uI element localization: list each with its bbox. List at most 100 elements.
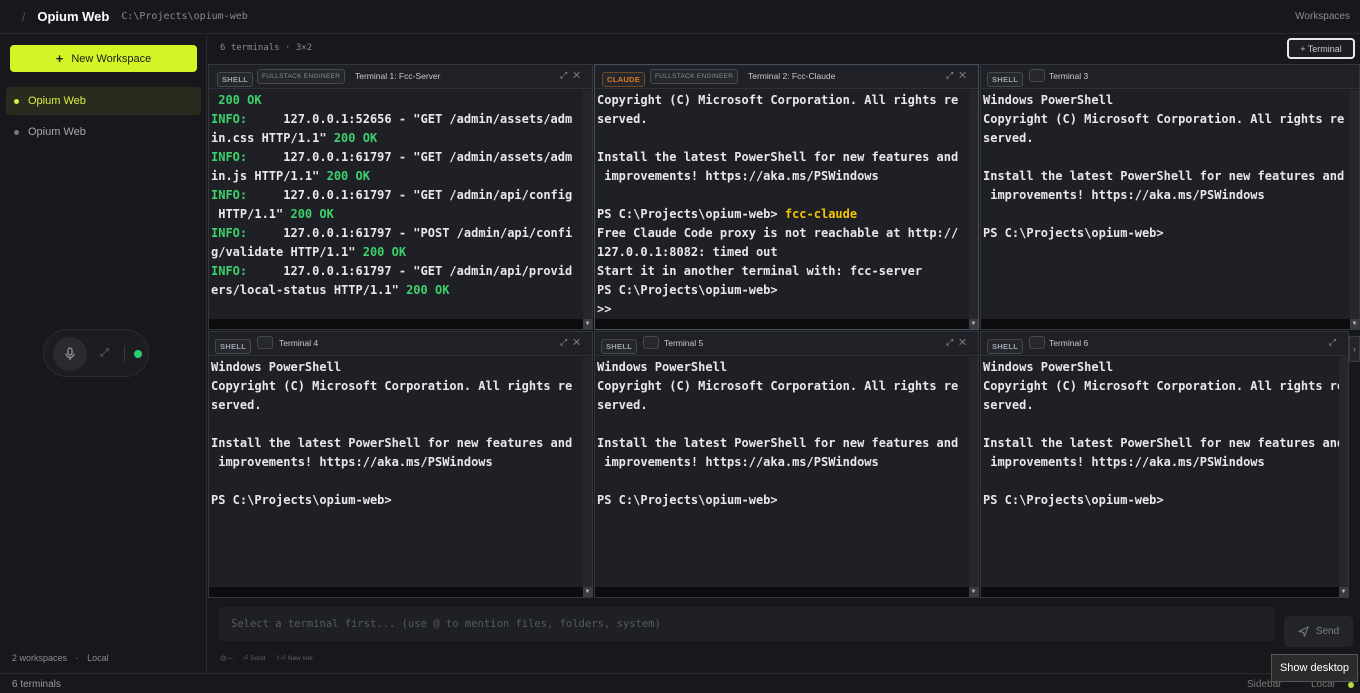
terminal-panel-4[interactable]: SHELL Terminal 4 ⤢✕ Windows PowerShell Co… (208, 331, 593, 598)
terminal-output[interactable]: Windows PowerShell Copyright (C) Microsof… (981, 357, 1348, 597)
close-icon[interactable]: ✕ (959, 337, 972, 347)
terminal-panel-5[interactable]: SHELL Terminal 5 ⤢✕ Windows PowerShell Co… (594, 331, 979, 598)
terminal-segment: INFO: (211, 226, 248, 240)
scrollbar[interactable] (583, 357, 592, 597)
terminal-text: Copyright (C) Microsoft Corporation. All… (597, 91, 968, 319)
terminal-segment: Copyright (C) Microsoft Corporation. All… (597, 379, 959, 393)
panel-controls[interactable]: ⤢✕ (946, 70, 972, 81)
terminal-line: PS C:\Projects\opium-web> (983, 491, 1338, 510)
terminal-segment: 127.0.0.1:52656 - "GET /admin/assets/adm (247, 112, 573, 126)
workspace-label: Opium Web (28, 95, 86, 107)
terminal-panel-3[interactable]: SHELL Terminal 3 Windows PowerShell Copyr… (980, 64, 1360, 330)
terminal-segment: served. (983, 398, 1034, 412)
workspaces-link[interactable]: Workspaces (1295, 11, 1350, 22)
workspace-count: 2 workspaces (12, 653, 68, 663)
add-terminal-button[interactable]: + Terminal (1287, 38, 1355, 59)
terminal-line: Copyright (C) Microsoft Corporation. All… (983, 110, 1349, 129)
terminal-segment: 127.0.0.1:8082: timed out (597, 245, 778, 259)
terminal-header: SHELL Terminal 3 (981, 65, 1359, 89)
scrollbar[interactable] (969, 357, 978, 597)
terminal-segment: INFO: (211, 188, 248, 202)
terminal-output[interactable]: Windows PowerShell Copyright (C) Microsof… (209, 357, 592, 597)
terminal-title: Terminal 4 (279, 338, 319, 348)
terminal-segment: 127.0.0.1:61797 - "GET /admin/assets/adm (247, 150, 573, 164)
terminal-text: Windows PowerShell Copyright (C) Microsof… (211, 358, 582, 510)
scrollbar[interactable] (583, 90, 592, 329)
maximize-icon[interactable]: ⤢ (560, 337, 573, 347)
panel-controls[interactable]: ⤢✕ (560, 337, 586, 348)
close-icon[interactable]: ✕ (573, 70, 586, 80)
panel-controls[interactable]: ⤢✕ (560, 70, 586, 81)
terminal-line: INFO: 127.0.0.1:61797 - "POST /admin/api… (211, 224, 582, 243)
maximize-icon[interactable]: ⤢ (560, 70, 573, 80)
terminal-line: Windows PowerShell (983, 91, 1349, 110)
terminal-line: served. (983, 396, 1338, 415)
close-icon[interactable]: ✕ (573, 337, 586, 347)
maximize-icon[interactable]: ⤢ (946, 337, 959, 347)
terminal-title: Terminal 2: Fcc-Claude (748, 71, 836, 81)
kind-badge: SHELL (215, 339, 252, 354)
send-button[interactable]: Send (1284, 616, 1353, 647)
role-badge: FULLSTACK ENGINEER (257, 69, 346, 84)
scroll-down-icon[interactable]: ▼ (583, 587, 592, 597)
terminal-panel-2[interactable]: CLAUDE FULLSTACK ENGINEER Terminal 2: Fc… (594, 64, 979, 330)
expand-icon[interactable]: ⤢ (100, 347, 109, 360)
terminal-output[interactable]: 200 OK INFO: 127.0.0.1:52656 - "GET /admi… (209, 90, 592, 329)
workspace-item-opium-web-active[interactable]: Opium Web (6, 87, 201, 115)
terminal-line: improvements! https://aka.ms/PSWindows (597, 167, 968, 186)
chevron-right-icon[interactable]: › (1349, 336, 1360, 362)
scroll-down-icon[interactable]: ▼ (1339, 587, 1348, 597)
microphone-icon (65, 347, 75, 360)
terminal-segment: improvements! https://aka.ms/PSWindows (211, 455, 493, 469)
terminal-panel-1[interactable]: SHELL FULLSTACK ENGINEER Terminal 1: Fcc… (208, 64, 593, 330)
scroll-down-icon[interactable]: ▼ (969, 587, 978, 597)
terminal-line: PS C:\Projects\opium-web> (211, 491, 582, 510)
active-dot-icon (14, 98, 19, 104)
workspace-item-opium-web[interactable]: Opium Web (6, 118, 201, 146)
close-icon[interactable]: ✕ (959, 70, 972, 80)
terminal-segment: PS C:\Projects\opium-web> (597, 207, 785, 221)
top-bar: / Opium Web C:\Projects\opium-web Worksp… (0, 0, 1360, 34)
maximize-icon[interactable]: ⤢ (946, 70, 959, 80)
terminal-line: Copyright (C) Microsoft Corporation. All… (983, 377, 1344, 396)
scrollbar[interactable] (1339, 357, 1348, 597)
terminal-panel-6[interactable]: SHELL Terminal 6 ⤢ Windows PowerShell Cop… (980, 331, 1349, 598)
connection-dot-icon (1348, 682, 1354, 688)
terminal-segment: in.js HTTP/1.1" (211, 169, 327, 183)
command-input[interactable]: Select a terminal first... (use @ to men… (219, 607, 1275, 641)
terminal-segment: Windows PowerShell (597, 360, 728, 374)
scrollbar[interactable] (1350, 90, 1359, 329)
terminal-header: SHELL Terminal 6 ⤢ (981, 332, 1348, 356)
microphone-button[interactable] (53, 337, 87, 371)
panel-controls[interactable]: ⤢✕ (946, 337, 972, 348)
scroll-down-icon[interactable]: ▼ (969, 319, 978, 329)
terminal-line: 200 OK (211, 91, 582, 110)
terminal-segment: Copyright (C) Microsoft Corporation. All… (211, 379, 573, 393)
breadcrumb-separator: / (22, 9, 26, 24)
terminal-line: improvements! https://aka.ms/PSWindows (983, 186, 1349, 205)
terminal-header: SHELL Terminal 4 ⤢✕ (209, 332, 592, 356)
footer-separator: · (75, 653, 79, 663)
terminal-output[interactable]: Copyright (C) Microsoft Corporation. All… (595, 90, 978, 329)
terminal-segment: served. (211, 398, 262, 412)
terminal-output[interactable]: Windows PowerShell Copyright (C) Microsof… (981, 90, 1359, 329)
status-bar: 6 terminals Sidebar Local (0, 673, 1360, 693)
scroll-down-icon[interactable]: ▼ (1350, 319, 1359, 329)
new-workspace-button[interactable]: + New Workspace (10, 45, 197, 72)
scrollbar[interactable] (969, 90, 978, 329)
scroll-down-icon[interactable]: ▼ (583, 319, 592, 329)
terminal-segment: improvements! https://aka.ms/PSWindows (597, 455, 879, 469)
terminal-segment: Copyright (C) Microsoft Corporation. All… (983, 379, 1345, 393)
terminal-output[interactable]: Windows PowerShell Copyright (C) Microsof… (595, 357, 978, 597)
terminal-segment: 200 OK (362, 245, 407, 259)
terminal-line: ers/local-status HTTP/1.1" 200 OK (211, 281, 582, 300)
terminal-footer (595, 319, 978, 329)
terminal-segment: 127.0.0.1:61797 - "POST /admin/api/confi (247, 226, 573, 240)
panel-controls[interactable]: ⤢ (1329, 337, 1342, 348)
maximize-icon[interactable]: ⤢ (1329, 337, 1342, 347)
